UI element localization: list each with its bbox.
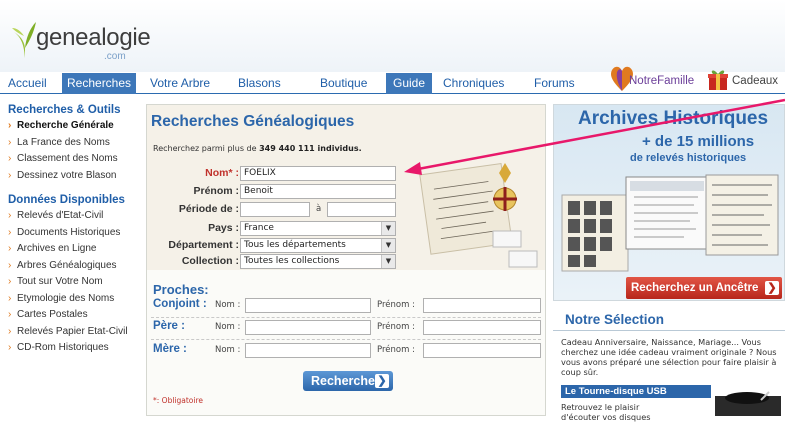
prenom-input[interactable]: Benoit bbox=[240, 184, 396, 199]
sidebar-item-france-des-noms[interactable]: La France des Noms bbox=[8, 135, 138, 152]
pays-select-value: France bbox=[244, 223, 274, 233]
search-panel: Recherches Généalogiques Recherchez parm… bbox=[146, 104, 546, 416]
periode-from-input[interactable] bbox=[240, 202, 310, 217]
conjoint-prenom-label: Prénom : bbox=[377, 300, 415, 310]
mere-label: Mère : bbox=[153, 343, 187, 355]
conjoint-nom-input[interactable] bbox=[245, 298, 371, 313]
pere-nom-input[interactable] bbox=[245, 320, 371, 335]
periode-separator: à bbox=[316, 204, 322, 214]
notrefamille-link[interactable]: NotreFamille bbox=[629, 75, 694, 87]
archives-subtitle-count: + de 15 millions bbox=[642, 133, 755, 150]
sidebar-item-tout-sur-votre-nom[interactable]: Tout sur Votre Nom bbox=[8, 274, 138, 291]
logo-domain: .com bbox=[104, 51, 126, 62]
logo-text: genealogie bbox=[36, 24, 151, 51]
archives-collage-illustration bbox=[561, 174, 779, 272]
conjoint-label: Conjoint : bbox=[153, 298, 207, 310]
pere-prenom-label: Prénom : bbox=[377, 322, 415, 332]
sidebar-item-cd-rom[interactable]: CD-Rom Historiques bbox=[8, 340, 138, 357]
sidebar-item-archives-en-ligne[interactable]: Archives en Ligne bbox=[8, 241, 138, 258]
sidebar-item-etymologie[interactable]: Etymologie des Noms bbox=[8, 291, 138, 308]
collection-label: Collection : bbox=[181, 255, 239, 267]
departement-label: Département : bbox=[168, 239, 239, 251]
sidebar-item-releves-papier[interactable]: Relevés Papier Etat-Civil bbox=[8, 324, 138, 341]
rechercher-button[interactable]: Rechercher ❯ bbox=[303, 371, 393, 391]
search-subtitle: Recherchez parmi plus de 349 440 111 ind… bbox=[153, 144, 362, 153]
chevron-down-icon: ▼ bbox=[381, 222, 395, 235]
sidebar-item-documents-historiques[interactable]: Documents Historiques bbox=[8, 225, 138, 242]
chevron-down-icon: ▼ bbox=[381, 255, 395, 268]
sidebar-item-releves-etat-civil[interactable]: Relevés d'Etat-Civil bbox=[8, 208, 138, 225]
obligatoire-note: *: Obligatoire bbox=[153, 396, 203, 405]
product-description: Retrouvez le plaisir d'écouter vos disqu… bbox=[561, 402, 651, 422]
chevron-right-icon: ❯ bbox=[375, 374, 389, 388]
separator bbox=[151, 317, 541, 318]
periode-label: Période de : bbox=[178, 203, 239, 215]
pere-prenom-input[interactable] bbox=[423, 320, 541, 335]
nav-boutique[interactable]: Boutique bbox=[320, 73, 367, 94]
sidebar-item-dessinez-blason[interactable]: Dessinez votre Blason bbox=[8, 168, 138, 185]
conjoint-prenom-input[interactable] bbox=[423, 298, 541, 313]
chevron-right-icon: ❯ bbox=[765, 281, 779, 295]
conjoint-nom-label: Nom : bbox=[215, 300, 241, 310]
departement-select-value: Tous les départements bbox=[244, 240, 346, 250]
periode-to-input[interactable] bbox=[327, 202, 396, 217]
sidebar-item-cartes-postales[interactable]: Cartes Postales bbox=[8, 307, 138, 324]
separator bbox=[553, 330, 785, 331]
nav-chroniques[interactable]: Chroniques bbox=[443, 73, 504, 94]
recherchez-ancetre-button[interactable]: Recherchez un Ancêtre ❯ bbox=[626, 277, 782, 299]
recherchez-ancetre-label: Recherchez un Ancêtre bbox=[631, 282, 759, 294]
right-column: Archives Historiques + de 15 millions de… bbox=[553, 104, 785, 422]
pere-label: Père : bbox=[153, 320, 185, 332]
gift-icon bbox=[708, 70, 728, 90]
product-title[interactable]: Le Tourne-disque USB bbox=[561, 385, 711, 398]
turntable-image[interactable] bbox=[713, 388, 783, 416]
rechercher-button-label: Rechercher bbox=[311, 374, 380, 388]
pays-label: Pays : bbox=[208, 222, 239, 234]
nom-label-required: * : bbox=[228, 167, 240, 179]
sidebar-title-outils: Recherches & Outils bbox=[8, 104, 121, 116]
notre-selection-title: Notre Sélection bbox=[565, 312, 665, 327]
archives-subtitle-text: de relevés historiques bbox=[630, 152, 747, 164]
leaf-logo-icon bbox=[12, 22, 36, 58]
sidebar-title-donnees: Données Disponibles bbox=[8, 194, 125, 206]
nom-input[interactable]: FOELIX bbox=[240, 166, 396, 181]
partner-links: NotreFamille Cadeaux bbox=[609, 64, 785, 94]
nav-votre-arbre[interactable]: Votre Arbre bbox=[150, 73, 210, 94]
old-document-illustration bbox=[419, 162, 538, 268]
separator bbox=[151, 339, 541, 340]
nav-guide[interactable]: Guide bbox=[386, 73, 433, 94]
sidebar-item-classement-des-noms[interactable]: Classement des Noms bbox=[8, 151, 138, 168]
nav-blasons[interactable]: Blasons bbox=[238, 73, 281, 94]
sidebar-item-recherche-generale[interactable]: Recherche Générale bbox=[8, 118, 138, 135]
sidebar: Recherches & Outils Recherche Générale L… bbox=[8, 104, 138, 357]
notre-selection-text: Cadeau Anniversaire, Naissance, Mariage.… bbox=[561, 337, 777, 377]
nav-accueil[interactable]: Accueil bbox=[8, 73, 47, 94]
prenom-label: Prénom : bbox=[193, 185, 239, 197]
collection-select-value: Toutes les collections bbox=[244, 256, 340, 266]
proches-title: Proches: bbox=[153, 282, 209, 297]
genealogie-logo[interactable]: genealogie .com bbox=[8, 14, 151, 66]
search-subtitle-prefix: Recherchez parmi plus de bbox=[153, 144, 260, 153]
nav-recherches[interactable]: Recherches bbox=[62, 73, 137, 94]
chevron-down-icon: ▼ bbox=[381, 239, 395, 252]
departement-select[interactable]: Tous les départements ▼ bbox=[240, 238, 396, 253]
site-header: genealogie .com bbox=[0, 0, 785, 72]
pere-nom-label: Nom : bbox=[215, 322, 241, 332]
pays-select[interactable]: France ▼ bbox=[240, 221, 396, 236]
mere-prenom-label: Prénom : bbox=[377, 345, 415, 355]
nom-label-text: Nom bbox=[205, 167, 229, 179]
search-title: Recherches Généalogiques bbox=[151, 113, 355, 130]
mere-nom-label: Nom : bbox=[215, 345, 241, 355]
archives-banner[interactable]: Archives Historiques + de 15 millions de… bbox=[553, 104, 785, 301]
archives-title: Archives Historiques bbox=[578, 108, 769, 129]
nav-forums[interactable]: Forums bbox=[534, 73, 575, 94]
nom-label: Nom* : bbox=[147, 167, 239, 179]
mere-prenom-input[interactable] bbox=[423, 343, 541, 358]
collection-select[interactable]: Toutes les collections ▼ bbox=[240, 254, 396, 269]
search-subtitle-count: 349 440 111 individus. bbox=[259, 144, 362, 153]
mere-nom-input[interactable] bbox=[245, 343, 371, 358]
sidebar-item-arbres-genealogiques[interactable]: Arbres Généalogiques bbox=[8, 258, 138, 275]
cadeaux-link[interactable]: Cadeaux bbox=[732, 75, 778, 87]
